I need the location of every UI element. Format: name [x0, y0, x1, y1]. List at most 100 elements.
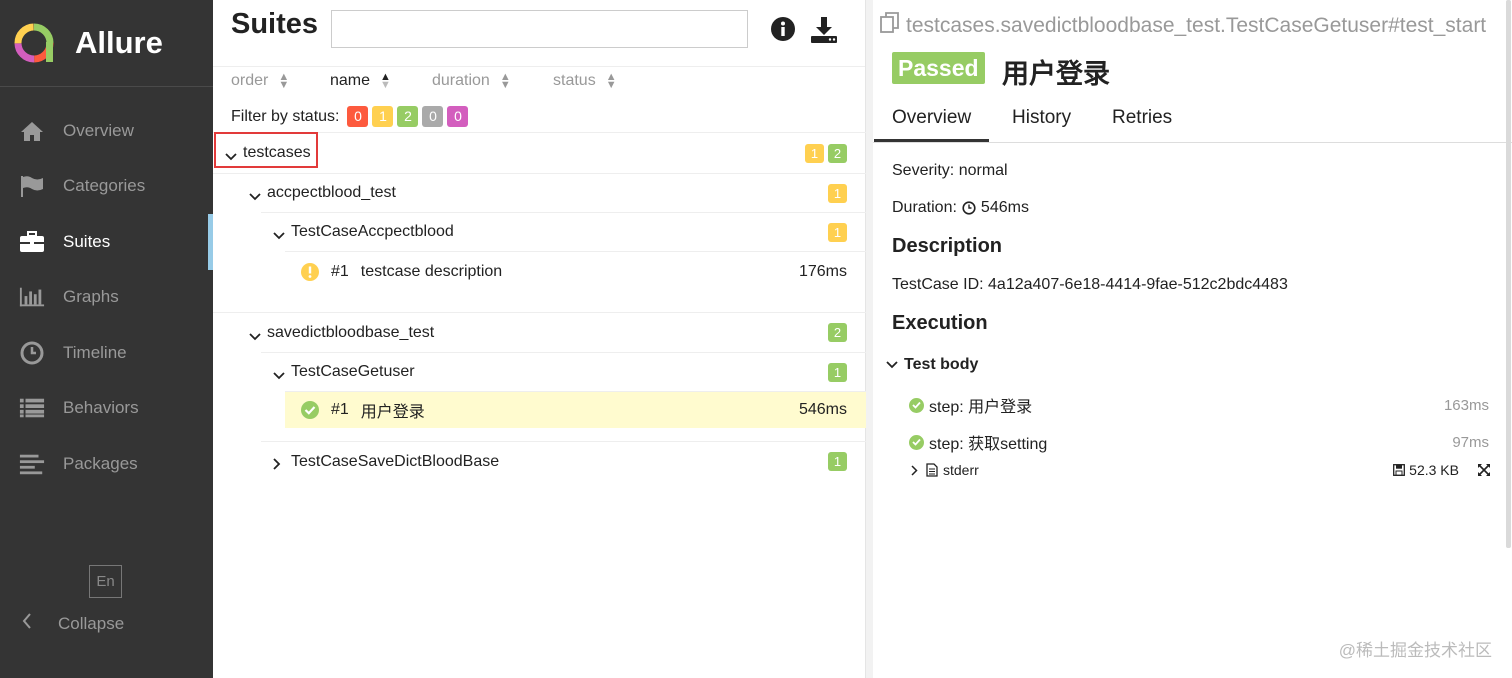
execution-heading: Execution [892, 312, 988, 334]
chevron-down-icon [249, 328, 261, 340]
test-case-row-selected[interactable]: #1 用户登录 546ms [285, 391, 866, 428]
filter-label: Filter by status: [231, 107, 340, 125]
chevron-right-icon [911, 464, 918, 476]
test-detail-pane: testcases.savedictbloodbase_test.TestCas… [873, 0, 1512, 678]
step-row[interactable]: step: 获取setting 97ms [909, 430, 1489, 454]
tab-history[interactable]: History [1012, 107, 1071, 129]
sidebar-item-label: Graphs [63, 287, 119, 307]
scrollbar[interactable] [1506, 0, 1511, 548]
sidebar-item-label: Suites [63, 231, 111, 251]
allure-logo-icon [13, 22, 55, 64]
sidebar-item-label: Categories [63, 176, 146, 196]
sort-arrows-icon: ▲ ▼ [605, 71, 617, 91]
tree-node-counts: 1 [824, 362, 847, 382]
tree-node-testcaseaccpectblood[interactable]: TestCaseAccpectblood 1 [261, 212, 866, 251]
passed-count-badge: 1 [828, 362, 847, 382]
sort-name-label: name [330, 72, 371, 89]
step-row[interactable]: step: 用户登录 163ms [909, 393, 1489, 417]
home-icon [19, 119, 45, 143]
tab-overview[interactable]: Overview [873, 107, 990, 142]
briefcase-icon [19, 230, 45, 254]
collapse-label: Collapse [58, 613, 125, 633]
filter-unknown[interactable]: 0 [447, 106, 469, 127]
collapse-button[interactable]: Collapse [22, 613, 124, 634]
sort-arrows-icon: ▲ ▼ [380, 71, 391, 91]
test-case-number: #1 [331, 401, 349, 418]
align-left-icon [19, 452, 45, 476]
sort-status[interactable]: status ▲ ▼ [553, 71, 617, 91]
save-icon [1393, 464, 1406, 476]
chevron-down-icon [249, 188, 261, 201]
list-icon [19, 396, 45, 420]
tree-node-label: TestCaseSaveDictBloodBase [291, 452, 500, 470]
suites-header: Suites [213, 0, 865, 67]
status-badge: Passed [892, 52, 985, 84]
severity: Severity: normal [892, 162, 1008, 179]
sidebar-item-label: Overview [63, 120, 134, 140]
tree-node-counts: 1 [824, 222, 847, 242]
tree-node-counts: 1 [824, 452, 847, 471]
duration-label: Duration: [892, 199, 957, 216]
status-filter: Filter by status: 0 1 2 0 0 [231, 106, 469, 127]
filter-passed[interactable]: 2 [397, 106, 419, 127]
passed-count-badge: 1 [828, 452, 847, 471]
tree-node-label: TestCaseGetuser [291, 363, 415, 380]
tab-retries[interactable]: Retries [1112, 107, 1172, 129]
sidebar-item-label: Packages [63, 453, 138, 473]
sort-duration[interactable]: duration ▲ ▼ [432, 72, 511, 91]
test-case-row[interactable]: #1 testcase description 176ms [285, 251, 866, 291]
watermark: @稀土掘金技术社区 [1338, 641, 1492, 660]
suites-pane: Suites order ▲ ▼ name ▲ ▼ duration ▲ ▼ stat… [213, 0, 866, 678]
duration-line: Duration: 546ms [892, 199, 1029, 217]
brand[interactable]: Allure [0, 0, 213, 87]
test-case-number: #1 [331, 262, 349, 280]
step-duration: 97ms [1452, 433, 1489, 451]
tree-node-testcasegetuser[interactable]: TestCaseGetuser 1 [261, 352, 866, 391]
clock-icon [19, 341, 45, 365]
sidebar-item-timeline[interactable]: Timeline [0, 325, 213, 381]
step-label: step: 获取setting [929, 436, 1048, 453]
sort-duration-label: duration [432, 72, 490, 89]
info-icon[interactable] [770, 16, 798, 44]
passed-status-icon [909, 397, 924, 413]
copy-icon[interactable] [880, 12, 900, 40]
test-body-toggle[interactable]: Test body [886, 356, 978, 374]
detail-tabs: Overview History Retries [873, 100, 1512, 143]
chevron-right-icon [273, 457, 283, 470]
tree-node-savedictbloodbase-test[interactable]: savedictbloodbase_test 2 [213, 312, 866, 352]
broken-count-badge: 1 [828, 222, 847, 242]
tree-node-accpectblood-test[interactable]: accpectblood_test 1 [213, 173, 866, 212]
tree-node-label: accpectblood_test [267, 184, 396, 201]
pane-splitter[interactable] [866, 0, 873, 678]
chevron-left-icon [22, 613, 32, 634]
sidebar-item-overview[interactable]: Overview [0, 103, 213, 159]
sidebar-item-packages[interactable]: Packages [0, 436, 213, 492]
filter-skipped[interactable]: 0 [422, 106, 444, 127]
chevron-down-icon [886, 361, 898, 369]
sidebar-item-behaviors[interactable]: Behaviors [0, 381, 213, 437]
filter-broken[interactable]: 1 [372, 106, 394, 127]
bar-chart-icon [19, 285, 45, 309]
sidebar: Allure Overview Categories Suites Graphs [0, 0, 213, 678]
expand-icon[interactable] [1477, 463, 1491, 477]
attachment-row[interactable]: stderr 52.3 KB [911, 462, 1491, 478]
sort-name[interactable]: name ▲ ▼ [330, 71, 391, 91]
test-case-duration: 176ms [798, 262, 847, 280]
sidebar-item-graphs[interactable]: Graphs [0, 270, 213, 326]
sidebar-item-label: Timeline [63, 342, 127, 362]
download-icon[interactable] [810, 16, 838, 44]
description-text: TestCase ID: 4a12a407-6e18-4414-9fae-512… [892, 276, 1288, 293]
broken-status-icon [301, 262, 319, 281]
sidebar-item-suites[interactable]: Suites [0, 214, 213, 270]
sidebar-item-categories[interactable]: Categories [0, 159, 213, 215]
language-button[interactable]: En [89, 565, 122, 598]
passed-status-icon [301, 401, 319, 419]
file-icon [926, 463, 938, 477]
test-case-name: 用户登录 [360, 404, 425, 421]
passed-count-badge: 2 [828, 143, 847, 163]
tree-node-testcasesavedictbloodbase[interactable]: TestCaseSaveDictBloodBase 1 [261, 441, 866, 481]
sort-order[interactable]: order ▲ ▼ [231, 72, 289, 91]
duration-value: 546ms [980, 199, 1029, 216]
search-input[interactable] [331, 10, 748, 48]
filter-failed[interactable]: 0 [347, 106, 369, 127]
